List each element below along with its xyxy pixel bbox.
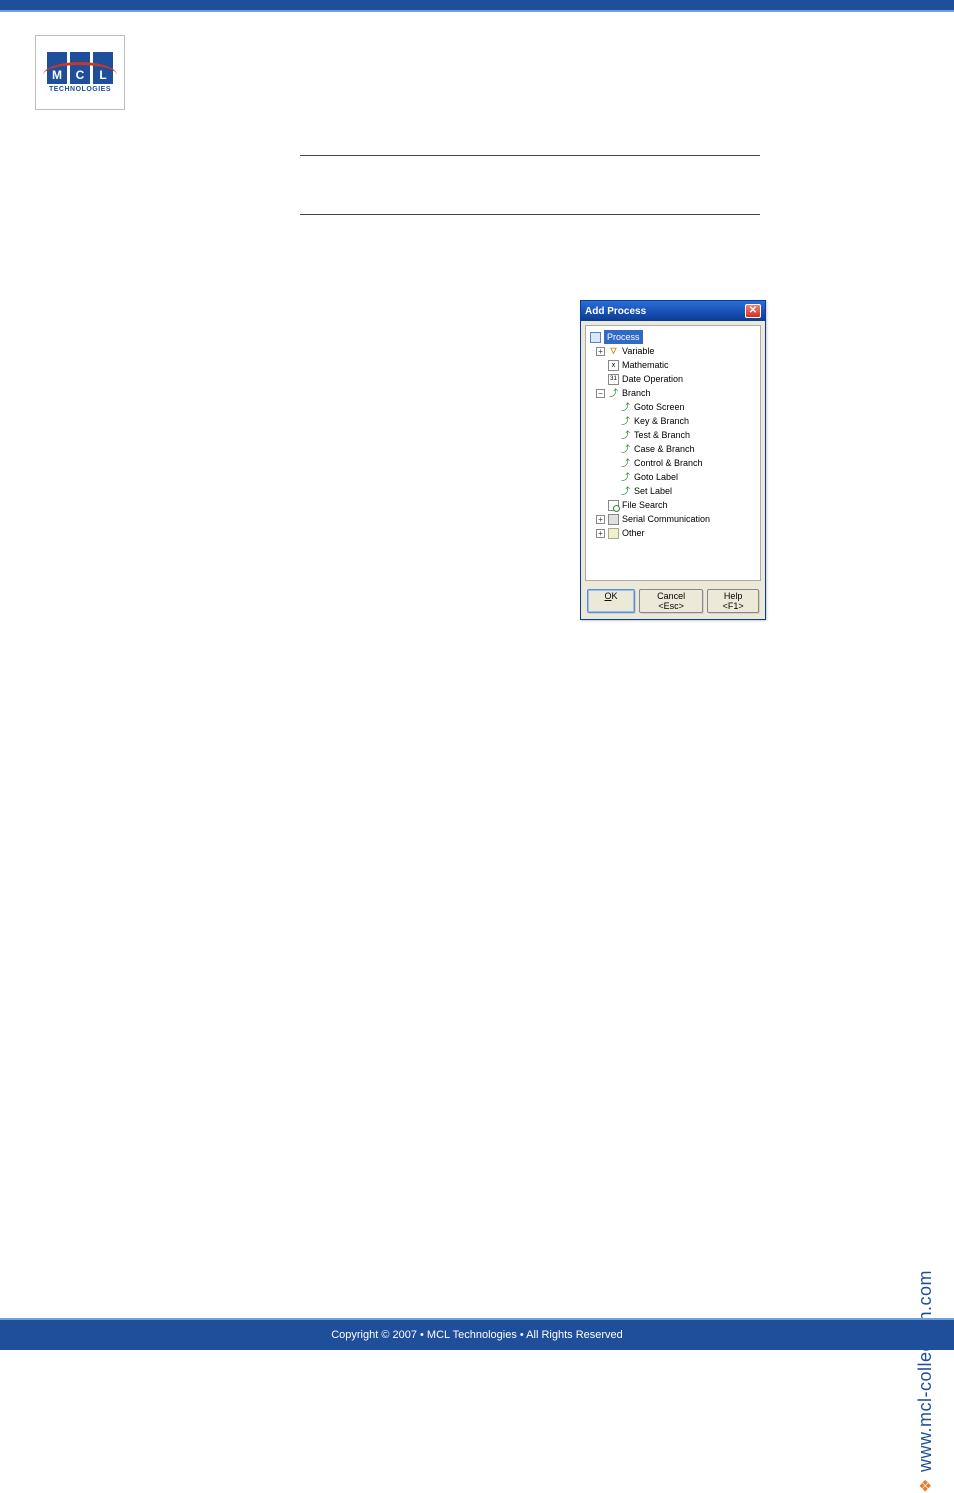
logo-bar-m: M [47, 52, 67, 84]
dialog-wrap: Add Process ✕ Process + ▽ Variable x Mat… [580, 300, 766, 620]
expand-icon[interactable]: + [596, 347, 605, 356]
side-url: ❖ www.mcl-collection.com [915, 1270, 936, 1493]
tree-date-label: Date Operation [622, 372, 683, 386]
process-icon [590, 332, 601, 343]
tree-other-label: Other [622, 526, 645, 540]
bullet-icon: ❖ [916, 1478, 936, 1493]
tree-child-label: Goto Screen [634, 400, 685, 414]
logo: M C L TECHNOLOGIES [35, 35, 125, 110]
tree-variable[interactable]: + ▽ Variable [590, 344, 756, 358]
other-icon [608, 528, 619, 539]
tree-date-operation[interactable]: 31 Date Operation [590, 372, 756, 386]
expand-icon[interactable]: + [596, 529, 605, 538]
footer: Copyright © 2007 • MCL Technologies • Al… [0, 1318, 954, 1350]
tree-root-label: Process [604, 330, 643, 344]
branch-icon: ⤴ [620, 458, 631, 469]
branch-icon: ⤴ [608, 388, 619, 399]
dialog-buttons: OK Cancel <Esc> Help <F1> [581, 585, 765, 619]
tree-serial[interactable]: + Serial Communication [590, 512, 756, 526]
cancel-button[interactable]: Cancel <Esc> [639, 589, 703, 613]
variable-icon: ▽ [608, 346, 619, 357]
ok-button[interactable]: OK [587, 589, 635, 613]
tree-child-label: Set Label [634, 484, 672, 498]
tree-child-label: Test & Branch [634, 428, 690, 442]
side-url-text: www.mcl-collection.com [915, 1270, 936, 1472]
content-area [300, 155, 760, 215]
collapse-icon[interactable]: − [596, 389, 605, 398]
expand-icon[interactable]: + [596, 515, 605, 524]
process-tree[interactable]: Process + ▽ Variable x Mathematic 31 Dat… [585, 325, 761, 581]
logo-subtext: TECHNOLOGIES [49, 86, 111, 93]
math-icon: x [608, 360, 619, 371]
tree-branch-child[interactable]: ⤴ Case & Branch [590, 442, 756, 456]
tree-branch-child[interactable]: ⤴ Control & Branch [590, 456, 756, 470]
branch-icon: ⤴ [620, 472, 631, 483]
footer-text: Copyright © 2007 • MCL Technologies • Al… [331, 1329, 623, 1341]
dialog-titlebar[interactable]: Add Process ✕ [581, 301, 765, 321]
serial-icon [608, 514, 619, 525]
branch-icon: ⤴ [620, 430, 631, 441]
help-button[interactable]: Help <F1> [707, 589, 759, 613]
tree-child-label: Control & Branch [634, 456, 703, 470]
tree-serial-label: Serial Communication [622, 512, 710, 526]
dialog-title: Add Process [585, 306, 646, 317]
logo-bar-c: C [70, 52, 90, 84]
branch-icon: ⤴ [620, 416, 631, 427]
tree-mathematic-label: Mathematic [622, 358, 669, 372]
tree-other[interactable]: + Other [590, 526, 756, 540]
logo-bars: M C L [47, 52, 113, 84]
tree-child-label: Goto Label [634, 470, 678, 484]
tree-child-label: Case & Branch [634, 442, 695, 456]
logo-bar-l: L [93, 52, 113, 84]
divider-2 [300, 214, 760, 215]
tree-root[interactable]: Process [590, 330, 756, 344]
tree-branch[interactable]: − ⤴ Branch [590, 386, 756, 400]
branch-icon: ⤴ [620, 402, 631, 413]
tree-branch-child[interactable]: ⤴ Set Label [590, 484, 756, 498]
tree-branch-child[interactable]: ⤴ Goto Screen [590, 400, 756, 414]
tree-variable-label: Variable [622, 344, 654, 358]
divider-1 [300, 155, 760, 156]
branch-icon: ⤴ [620, 486, 631, 497]
tree-branch-child[interactable]: ⤴ Test & Branch [590, 428, 756, 442]
tree-branch-child[interactable]: ⤴ Goto Label [590, 470, 756, 484]
close-icon[interactable]: ✕ [745, 304, 761, 318]
tree-file-search[interactable]: File Search [590, 498, 756, 512]
add-process-dialog: Add Process ✕ Process + ▽ Variable x Mat… [580, 300, 766, 620]
tree-file-label: File Search [622, 498, 668, 512]
tree-child-label: Key & Branch [634, 414, 689, 428]
tree-branch-label: Branch [622, 386, 651, 400]
tree-branch-child[interactable]: ⤴ Key & Branch [590, 414, 756, 428]
branch-icon: ⤴ [620, 444, 631, 455]
file-search-icon [608, 500, 619, 511]
calendar-icon: 31 [608, 374, 619, 385]
tree-mathematic[interactable]: x Mathematic [590, 358, 756, 372]
top-bar [0, 0, 954, 12]
